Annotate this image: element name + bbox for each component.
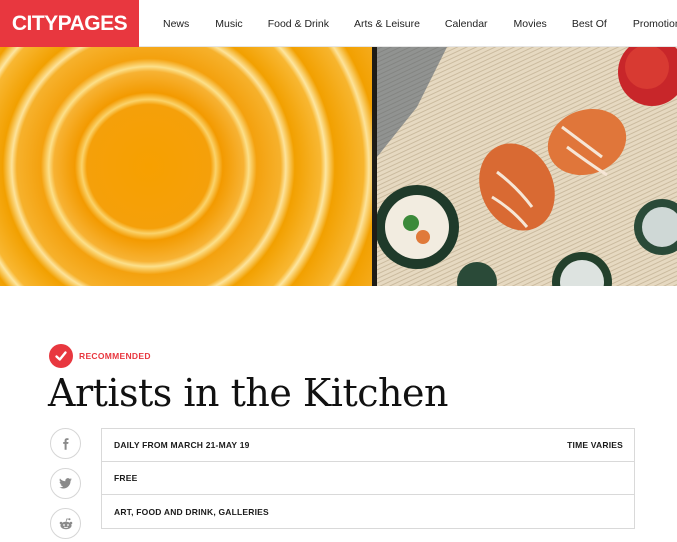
recommended-label: RECOMMENDED (79, 351, 151, 361)
twitter-share-button[interactable] (50, 468, 81, 499)
nav-item-movies[interactable]: Movies (514, 18, 547, 30)
facebook-icon (62, 437, 68, 450)
nav-item-calendar[interactable]: Calendar (445, 18, 488, 30)
nav-item-food-drink[interactable]: Food & Drink (268, 18, 329, 30)
site-header: CITYPAGES News Music Food & Drink Arts &… (0, 0, 677, 47)
facebook-share-button[interactable] (50, 428, 81, 459)
logo-text: CITYPAGES (11, 11, 128, 35)
event-categories[interactable]: ART, FOOD AND DRINK, GALLERIES (114, 507, 269, 517)
twitter-icon (59, 478, 72, 489)
event-price: FREE (114, 473, 138, 483)
nav-item-news[interactable]: News (163, 18, 189, 30)
recommended-badge: RECOMMENDED (49, 344, 151, 368)
embroidered-sushi-image (377, 47, 677, 286)
tie-dye-artwork-image (0, 47, 372, 286)
page-title: Artists in the Kitchen (48, 371, 448, 415)
event-time: TIME VARIES (567, 440, 623, 450)
nav-item-music[interactable]: Music (215, 18, 242, 30)
city-pages-logo[interactable]: CITYPAGES (0, 0, 139, 47)
main-nav: News Music Food & Drink Arts & Leisure C… (139, 0, 677, 47)
nav-item-promotions[interactable]: Promotions (633, 18, 677, 30)
event-dates: DAILY FROM MARCH 21-MAY 19 (114, 440, 250, 450)
reddit-icon (59, 517, 72, 529)
event-categories-row: ART, FOOD AND DRINK, GALLERIES (102, 495, 634, 528)
checkmark-icon (49, 344, 73, 368)
reddit-share-button[interactable] (50, 508, 81, 539)
event-price-row: FREE (102, 462, 634, 495)
event-info-table: DAILY FROM MARCH 21-MAY 19 TIME VARIES F… (101, 428, 635, 529)
event-dates-row: DAILY FROM MARCH 21-MAY 19 TIME VARIES (102, 429, 634, 462)
nav-item-arts-leisure[interactable]: Arts & Leisure (354, 18, 420, 30)
nav-item-best-of[interactable]: Best Of (572, 18, 607, 30)
hero-image (0, 47, 677, 286)
